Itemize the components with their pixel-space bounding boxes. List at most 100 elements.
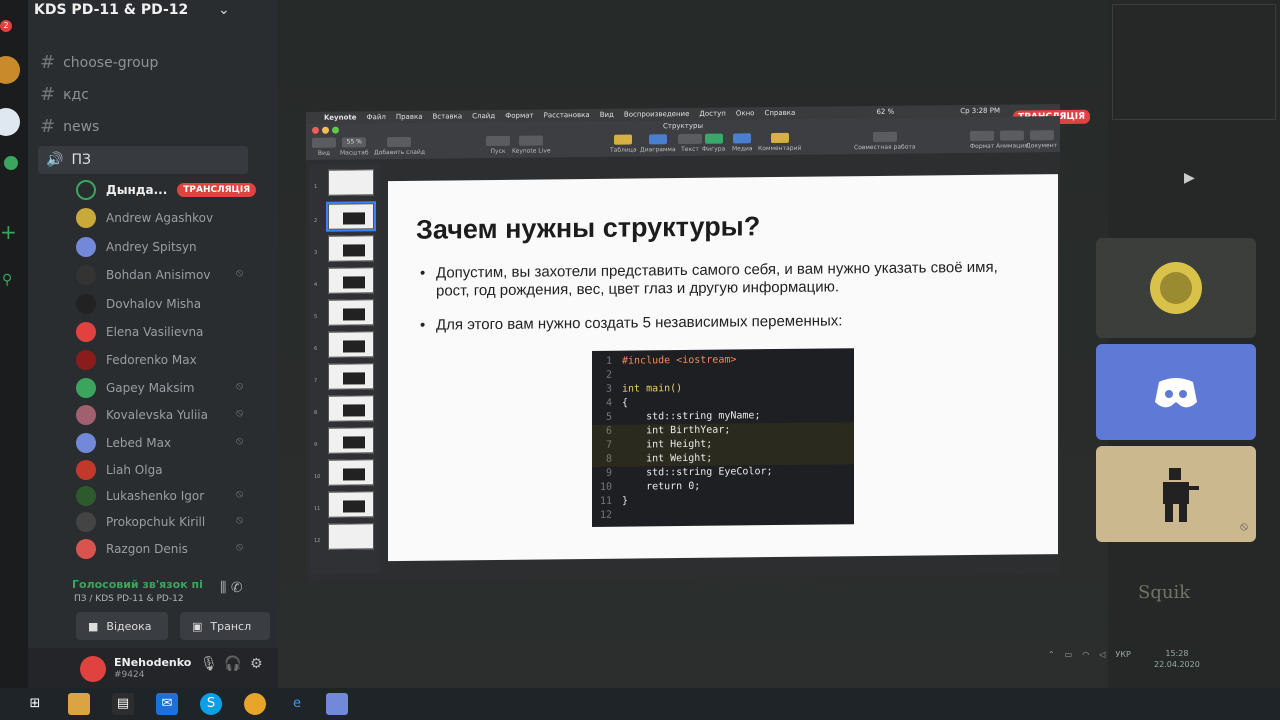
participant-tile[interactable]: ⦸ xyxy=(1096,446,1256,542)
mail-icon[interactable]: ✉ xyxy=(156,693,178,715)
menu-item[interactable]: Вставка xyxy=(432,112,462,120)
collaborate-button[interactable]: Совместная работа xyxy=(854,131,916,151)
menu-item[interactable]: Окно xyxy=(736,109,755,117)
voice-location[interactable]: ПЗ / KDS PD-11 & PD-12 xyxy=(74,594,184,604)
gear-icon[interactable]: ⚙ xyxy=(250,656,263,672)
media-button[interactable]: Медиа xyxy=(732,133,753,152)
server-icon[interactable] xyxy=(4,156,18,170)
slide-number: 12 xyxy=(314,537,321,544)
slide-thumbnail[interactable] xyxy=(328,363,374,390)
member-item[interactable]: Andrew Agashkov xyxy=(76,206,213,230)
explore-icon[interactable]: ⚲ xyxy=(2,272,12,288)
participant-tile[interactable] xyxy=(1096,238,1256,338)
avatar[interactable] xyxy=(80,656,106,682)
menu-item[interactable]: Вид xyxy=(600,111,614,119)
menu-item[interactable]: Расстановка xyxy=(544,111,590,119)
member-item[interactable]: Razgon Denis ⦸ xyxy=(76,537,243,561)
play-button[interactable]: Пуск xyxy=(486,135,510,155)
member-item[interactable]: Fedorenko Max xyxy=(76,348,197,372)
member-streamer[interactable]: Дында... ТРАНСЛЯЦІЯ xyxy=(76,178,257,202)
member-item[interactable]: Liah Olga xyxy=(76,458,163,482)
channel-news[interactable]: # news xyxy=(40,116,99,137)
screen-share-button[interactable]: ▣ Трансл xyxy=(180,612,270,640)
collaborate-icon xyxy=(872,131,897,143)
disconnect-icon[interactable]: ⫼ ✆ xyxy=(220,580,243,596)
avatar xyxy=(76,237,96,257)
headphones-icon[interactable]: 🎧 xyxy=(224,656,241,672)
server-name[interactable]: KDS PD-11 & PD-12 xyxy=(34,2,188,18)
menu-item[interactable]: Доступ xyxy=(699,110,725,118)
store-icon[interactable]: ▤ xyxy=(112,693,134,715)
slide-thumbnail[interactable] xyxy=(326,201,376,232)
document-button[interactable]: Документ xyxy=(1026,130,1057,149)
chart-button[interactable]: Диаграмма xyxy=(640,134,676,153)
member-item[interactable]: Lebed Max ⦸ xyxy=(76,431,243,455)
discord-icon[interactable] xyxy=(326,693,348,715)
menu-app[interactable]: Keynote xyxy=(324,113,357,121)
table-button[interactable]: Таблица xyxy=(610,134,637,154)
slide-thumbnail[interactable] xyxy=(328,299,374,326)
avatar xyxy=(76,322,96,342)
member-item[interactable]: Prokopchuk Kirill ⦸ xyxy=(76,510,243,534)
format-icon xyxy=(970,130,995,141)
slide-thumbnail[interactable] xyxy=(328,491,374,518)
code-text: int main() xyxy=(622,383,683,395)
animate-icon xyxy=(999,130,1024,141)
microphone-icon[interactable]: 🎙 xyxy=(200,656,218,672)
animate-button[interactable]: Анимация xyxy=(996,130,1028,150)
wifi-icon[interactable]: ◠ xyxy=(1082,650,1089,659)
add-server-icon[interactable]: + xyxy=(0,220,17,244)
format-button[interactable]: Формат xyxy=(970,130,995,150)
chrome-icon[interactable] xyxy=(244,693,266,715)
member-item[interactable]: Bohdan Anisimov ⦸ xyxy=(76,263,243,287)
member-item[interactable]: Andrey Spitsyn xyxy=(76,235,197,259)
file-explorer-icon[interactable] xyxy=(68,693,90,715)
video-button[interactable]: ■ Відеока xyxy=(76,612,168,640)
menu-item[interactable]: Справка xyxy=(764,109,795,117)
participant-tile[interactable] xyxy=(1096,344,1256,440)
slide-thumbnail[interactable] xyxy=(328,523,374,550)
keynote-window: Keynote Файл Правка Вставка Слайд Формат… xyxy=(306,104,1090,582)
slide-thumbnail[interactable] xyxy=(328,235,374,262)
channel-choose-group[interactable]: # choose-group xyxy=(40,52,158,73)
clock[interactable]: 15:28 22.04.2020 xyxy=(1154,648,1200,670)
member-item[interactable]: Gapey Maksim ⦸ xyxy=(76,376,243,400)
edge-icon[interactable]: e xyxy=(286,693,308,715)
menu-item[interactable]: Слайд xyxy=(472,112,495,120)
zoom-button[interactable]: 55 % Масштаб xyxy=(340,137,369,157)
code-text: { xyxy=(622,397,629,409)
add-slide-button[interactable]: Добавить слайд xyxy=(374,136,425,156)
channel-kds[interactable]: # кдс xyxy=(40,84,89,105)
skype-icon[interactable]: S xyxy=(200,693,222,715)
chevron-up-icon[interactable]: ⌃ xyxy=(1048,650,1055,659)
keynote-live-button[interactable]: Keynote Live xyxy=(512,135,551,155)
slide-thumbnail[interactable] xyxy=(328,395,374,422)
slide-thumbnail[interactable] xyxy=(328,427,374,454)
shape-button[interactable]: Фигура xyxy=(702,133,725,153)
volume-icon[interactable]: ◁ xyxy=(1099,650,1105,659)
slide-thumbnail[interactable] xyxy=(328,459,374,486)
server-icon[interactable] xyxy=(0,108,20,136)
language-indicator[interactable]: УКР xyxy=(1115,650,1130,659)
server-icon[interactable] xyxy=(0,56,20,84)
comment-button[interactable]: Комментарий xyxy=(758,132,801,152)
menu-item[interactable]: Воспроизведение xyxy=(624,110,690,119)
camera-icon[interactable]: ▶ xyxy=(1184,170,1195,186)
member-item[interactable]: Lukashenko Igor ⦸ xyxy=(76,484,243,508)
menu-item[interactable]: Формат xyxy=(505,112,533,120)
chevron-down-icon[interactable]: ⌄ xyxy=(218,2,230,18)
member-item[interactable]: Kovalevska Yuliia ⦸ xyxy=(76,403,243,427)
windows-start-icon[interactable]: ⊞ xyxy=(24,693,46,715)
battery-icon[interactable]: ▭ xyxy=(1065,650,1073,659)
text-button[interactable]: Текст xyxy=(678,133,702,153)
member-item[interactable]: Dovhalov Misha xyxy=(76,292,201,316)
view-button[interactable]: Вид xyxy=(312,137,336,157)
menu-item[interactable]: Правка xyxy=(396,113,423,121)
slide-thumbnail[interactable] xyxy=(328,267,374,294)
slide-thumbnail[interactable] xyxy=(328,331,374,358)
slide-canvas[interactable]: Зачем нужны структуры? Допустим, вы захо… xyxy=(388,174,1058,562)
member-item[interactable]: Elena Vasilievna xyxy=(76,320,203,344)
slide-thumbnail[interactable] xyxy=(328,169,374,196)
voice-channel-pz[interactable]: 🔊 ПЗ xyxy=(38,146,248,174)
menu-item[interactable]: Файл xyxy=(367,113,386,121)
